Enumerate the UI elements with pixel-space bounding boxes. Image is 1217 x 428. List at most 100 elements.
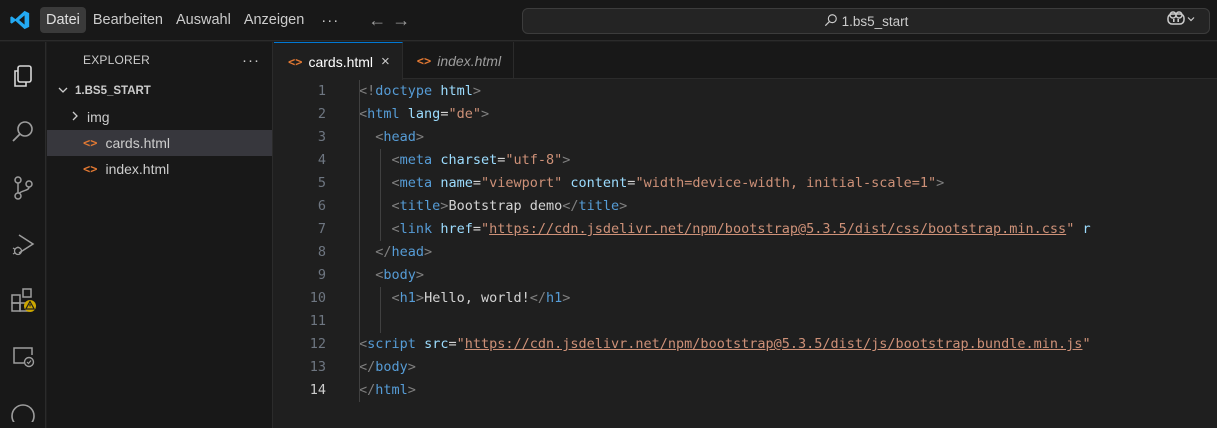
command-center-search[interactable]: 1.bs5_start: [522, 8, 1210, 34]
line-content: <h1>Hello, world!</h1>: [326, 287, 571, 310]
code-line[interactable]: 11: [274, 310, 1217, 333]
activity-bar: [0, 42, 46, 428]
code-token: >: [415, 129, 425, 145]
code-line[interactable]: 1 <!doctype html>: [274, 80, 1217, 103]
tab-cards-html[interactable]: <> cards.html ×: [274, 42, 403, 80]
code-token: >: [415, 290, 425, 306]
code-editor[interactable]: 1 <!doctype html> 2 <html lang="de"> 3 <head…: [274, 80, 1217, 428]
code-token: https://cdn.jsdelivr.net/npm/bootstrap@5…: [489, 221, 1067, 237]
code-token: </: [375, 244, 392, 260]
search-text: 1.bs5_start: [841, 13, 909, 29]
run-debug-icon[interactable]: [7, 228, 39, 260]
code-line[interactable]: 14 </html>: [274, 379, 1217, 402]
code-token: ": [1082, 336, 1091, 352]
code-token: content: [570, 175, 628, 191]
tree-item-img[interactable]: img: [47, 104, 272, 130]
back-arrow-icon[interactable]: ←: [365, 10, 389, 31]
code-token: head: [391, 244, 425, 260]
code-token: head: [383, 129, 416, 145]
code-token: </: [359, 382, 376, 398]
menu-anzeigen[interactable]: Anzeigen: [238, 7, 310, 33]
line-number: 7: [317, 221, 326, 237]
code-token: >: [415, 267, 425, 283]
chevron-down-icon: [55, 84, 71, 99]
line-number: 10: [309, 290, 326, 306]
line-number: 3: [317, 129, 326, 145]
code-line[interactable]: 4 <meta charset="utf-8">: [274, 149, 1217, 172]
code-line[interactable]: 12 <script src="https://cdn.jsdelivr.net/…: [274, 333, 1217, 356]
html-file-icon: <>: [416, 53, 432, 68]
close-icon[interactable]: ×: [381, 53, 390, 70]
line-content: <meta charset="utf-8">: [326, 149, 571, 172]
accounts-icon[interactable]: [7, 392, 39, 424]
forward-arrow-icon[interactable]: →: [389, 10, 413, 31]
code-line[interactable]: 5 <meta name="viewport" content="width=d…: [274, 172, 1217, 195]
code-token: <: [391, 175, 400, 191]
tree-item-cards-html[interactable]: <> cards.html: [47, 130, 272, 156]
editor-tabs: <> cards.html × <> index.html: [274, 42, 1217, 80]
menu-auswahl[interactable]: Auswahl: [170, 7, 237, 33]
line-number: 11: [309, 313, 326, 329]
tree-item-label: img: [87, 109, 110, 125]
code-token: r: [1082, 221, 1091, 237]
line-content: <!doctype html>: [326, 80, 481, 103]
code-token: body: [375, 359, 408, 375]
code-token: lang: [407, 106, 441, 122]
code-line[interactable]: 13 </body>: [274, 356, 1217, 379]
copilot-button[interactable]: [1166, 10, 1196, 29]
tree-item-index-html[interactable]: <> index.html: [47, 156, 272, 182]
code-token: >: [424, 244, 433, 260]
code-line[interactable]: 10 <h1>Hello, world!</h1>: [274, 287, 1217, 310]
search-icon: [824, 13, 842, 30]
code-line[interactable]: 9 <body>: [274, 264, 1217, 287]
code-token: Hello, world!: [424, 290, 530, 306]
tab-label: cards.html: [308, 53, 374, 70]
code-token: link: [399, 221, 433, 237]
line-content: <script src="https://cdn.jsdelivr.net/np…: [326, 333, 1091, 356]
search-icon[interactable]: [7, 116, 39, 148]
code-token: h1: [399, 290, 416, 306]
code-token: script: [367, 336, 416, 352]
code-token: <: [391, 221, 400, 237]
explorer-header: EXPLORER ···: [47, 42, 272, 78]
code-token: html: [367, 106, 400, 122]
chevron-down-icon: [1186, 12, 1196, 27]
code-token: <!: [359, 83, 376, 99]
code-line[interactable]: 8 </head>: [274, 241, 1217, 264]
code-token: =: [472, 175, 481, 191]
source-control-icon[interactable]: [7, 172, 39, 204]
line-number: 1: [317, 83, 326, 99]
code-line[interactable]: 7 <link href="https://cdn.jsdelivr.net/n…: [274, 218, 1217, 241]
code-line[interactable]: 3 <head>: [274, 126, 1217, 149]
code-line[interactable]: 2 <html lang="de">: [274, 103, 1217, 126]
menu-more-button[interactable]: ···: [311, 12, 349, 29]
line-content: <head>: [326, 126, 424, 149]
code-line[interactable]: 6 <title>Bootstrap demo</title>: [274, 195, 1217, 218]
menu-datei[interactable]: Datei: [40, 7, 86, 33]
line-content: <meta name="viewport" content="width=dev…: [326, 172, 945, 195]
code-token: >: [407, 382, 416, 398]
menu-bearbeiten[interactable]: Bearbeiten: [87, 7, 169, 33]
line-content: </body>: [326, 356, 416, 379]
tab-index-html[interactable]: <> index.html: [403, 42, 515, 79]
code-token: >: [619, 198, 628, 214]
remote-explorer-icon[interactable]: [7, 340, 39, 372]
workspace-root-folder[interactable]: 1.BS5_START: [47, 78, 272, 104]
indent-guide: [359, 80, 360, 402]
explorer-more-button[interactable]: ···: [242, 52, 260, 69]
code-token: href: [440, 221, 473, 237]
explorer-icon[interactable]: [7, 60, 39, 92]
code-token: >: [936, 175, 945, 191]
code-token: </: [562, 198, 579, 214]
code-token: html: [440, 83, 473, 99]
code-token: ": [456, 336, 465, 352]
extensions-icon[interactable]: [7, 284, 39, 316]
menu-bar: Datei Bearbeiten Auswahl Anzeigen ···: [40, 0, 349, 41]
code-token: >: [472, 83, 481, 99]
line-number: 6: [317, 198, 326, 214]
code-token: =: [472, 221, 481, 237]
